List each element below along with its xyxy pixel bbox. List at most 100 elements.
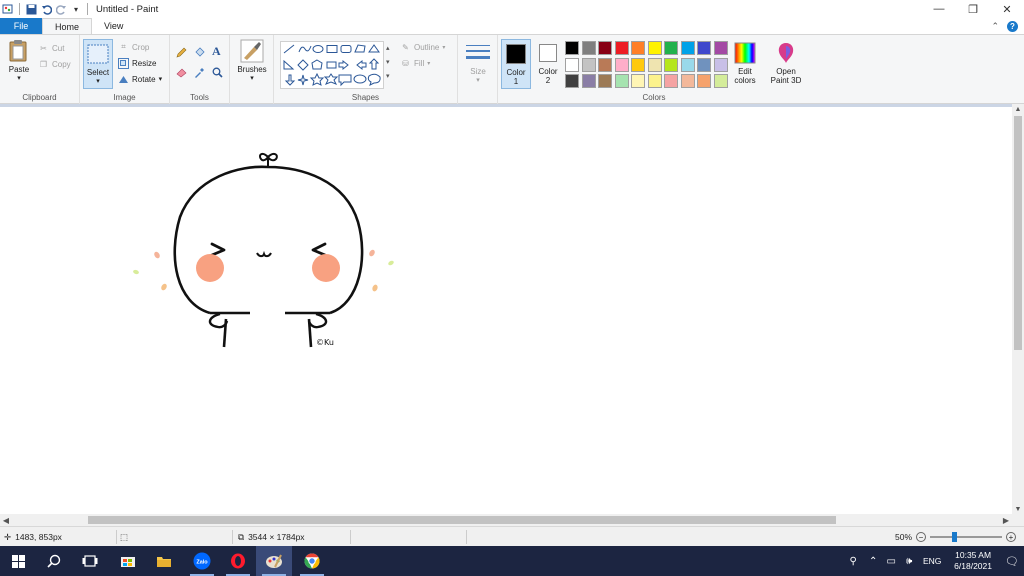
close-button[interactable]: ✕: [990, 0, 1024, 18]
taskbar-app-store[interactable]: [110, 546, 146, 576]
color2-button[interactable]: Color 2: [534, 41, 562, 85]
scroll-down-arrow[interactable]: ▼: [1012, 504, 1024, 514]
palette-swatch[interactable]: [713, 41, 728, 55]
fill-tool[interactable]: [194, 45, 205, 59]
tab-view[interactable]: View: [92, 18, 135, 34]
palette-swatch[interactable]: [631, 74, 645, 88]
zoom-slider-thumb[interactable]: [952, 532, 958, 542]
open-paint3d-button[interactable]: Open Paint 3D: [766, 41, 806, 85]
palette-swatch[interactable]: [614, 74, 629, 88]
cut-button[interactable]: ✂ Cut: [38, 41, 64, 55]
rotate-dropdown-icon[interactable]: ▾: [159, 75, 163, 83]
size-button[interactable]: Size ▾: [462, 41, 494, 85]
notifications-icon[interactable]: 🗨: [1000, 555, 1024, 568]
clock[interactable]: 10:35 AM 6/18/2021: [954, 550, 992, 572]
select-button[interactable]: Select ▾: [83, 39, 113, 89]
paint-app-icon[interactable]: [2, 3, 14, 15]
shapes-scroll-down[interactable]: ▾: [386, 55, 390, 69]
magnifier-tool[interactable]: [212, 65, 223, 79]
redo-icon[interactable]: [55, 3, 67, 15]
color1-button[interactable]: Color 1: [501, 39, 531, 89]
scroll-right-arrow[interactable]: ▶: [1000, 514, 1012, 526]
palette-swatch[interactable]: [697, 74, 711, 88]
palette-swatch[interactable]: [680, 57, 695, 72]
shapes-expand[interactable]: ▾: [386, 69, 390, 83]
zoom-slider[interactable]: [930, 532, 1003, 542]
eraser-tool[interactable]: [176, 65, 187, 79]
palette-swatch[interactable]: [614, 41, 629, 55]
color-picker-tool[interactable]: [194, 65, 205, 79]
palette-swatch[interactable]: [664, 74, 678, 88]
palette-swatch[interactable]: [565, 57, 579, 72]
palette-swatch[interactable]: [647, 57, 662, 72]
scroll-left-arrow[interactable]: ◀: [0, 514, 12, 526]
select-dropdown-icon[interactable]: ▾: [96, 77, 100, 86]
edit-colors-button[interactable]: Edit colors: [728, 41, 762, 85]
brushes-button[interactable]: Brushes ▾: [234, 39, 270, 83]
collapse-ribbon-icon[interactable]: ⌃: [991, 21, 999, 32]
palette-swatch[interactable]: [713, 74, 728, 88]
tab-file[interactable]: File: [0, 18, 42, 34]
palette-swatch[interactable]: [614, 57, 629, 72]
scroll-up-arrow[interactable]: ▲: [1012, 104, 1024, 114]
minimize-button[interactable]: —: [922, 0, 956, 18]
palette-swatch[interactable]: [680, 74, 695, 88]
copy-button[interactable]: ❐ Copy: [38, 57, 71, 71]
drawing-canvas[interactable]: ©Ku: [0, 107, 1012, 514]
vertical-scroll-thumb[interactable]: [1014, 116, 1022, 350]
palette-swatch[interactable]: [697, 57, 711, 72]
customize-qat-icon[interactable]: ▾: [70, 3, 82, 15]
palette-swatch[interactable]: [565, 41, 579, 55]
paste-button[interactable]: Paste ▾: [4, 39, 34, 83]
tab-home[interactable]: Home: [42, 18, 93, 34]
paste-dropdown-icon[interactable]: ▾: [17, 74, 21, 83]
palette-swatch[interactable]: [680, 41, 695, 55]
horizontal-scroll-thumb[interactable]: [88, 516, 836, 524]
palette-swatch[interactable]: [598, 57, 612, 72]
palette-swatch[interactable]: [581, 41, 596, 55]
palette-swatch[interactable]: [581, 57, 596, 72]
save-icon[interactable]: [25, 3, 37, 15]
rotate-button[interactable]: Rotate ▾: [118, 72, 162, 86]
text-tool[interactable]: A: [212, 44, 221, 58]
outline-button[interactable]: ✎ Outline ▾: [400, 40, 445, 54]
palette-swatch[interactable]: [697, 41, 711, 55]
palette-swatch[interactable]: [631, 57, 645, 72]
palette-swatch[interactable]: [581, 74, 596, 88]
crop-button[interactable]: ⌗ Crop: [118, 40, 149, 54]
help-icon[interactable]: ?: [1007, 20, 1018, 32]
palette-swatch[interactable]: [598, 41, 612, 55]
language-indicator[interactable]: ENG: [918, 556, 946, 566]
palette-swatch[interactable]: [647, 74, 662, 88]
palette-swatch[interactable]: [664, 41, 678, 55]
horizontal-scrollbar[interactable]: ◀ ▶: [0, 514, 1012, 526]
palette-swatch[interactable]: [647, 41, 662, 55]
taskbar-zalo[interactable]: Zalo: [184, 546, 220, 576]
volume-icon[interactable]: 🕪: [900, 556, 918, 567]
taskbar-opera[interactable]: [220, 546, 256, 576]
taskbar-paint[interactable]: [256, 546, 292, 576]
zoom-out-button[interactable]: −: [916, 532, 927, 542]
shapes-gallery-icons[interactable]: [281, 42, 385, 90]
task-view-button[interactable]: [72, 546, 108, 576]
resize-button[interactable]: Resize: [118, 56, 156, 70]
zoom-in-button[interactable]: +: [1006, 532, 1017, 542]
shapes-scroll-up[interactable]: ▴: [386, 41, 390, 55]
start-button[interactable]: [0, 546, 36, 576]
palette-swatch[interactable]: [598, 74, 612, 88]
brushes-dropdown-icon[interactable]: ▾: [250, 74, 254, 83]
battery-icon[interactable]: ▭: [882, 556, 900, 567]
palette-swatch[interactable]: [565, 74, 579, 88]
show-hidden-icons-icon[interactable]: ⌃: [864, 556, 882, 567]
vertical-scrollbar[interactable]: ▲ ▼: [1012, 104, 1024, 514]
pencil-tool[interactable]: [176, 45, 187, 59]
taskbar-chrome[interactable]: [294, 546, 330, 576]
people-icon[interactable]: ⚲: [842, 556, 864, 567]
palette-swatch[interactable]: [631, 41, 645, 55]
fill-button[interactable]: ⛁ Fill ▾: [400, 56, 430, 70]
undo-icon[interactable]: [40, 3, 52, 15]
search-button[interactable]: [36, 546, 72, 576]
palette-swatch[interactable]: [713, 57, 728, 72]
restore-button[interactable]: ❐: [956, 0, 990, 18]
taskbar-file-explorer[interactable]: [146, 546, 182, 576]
